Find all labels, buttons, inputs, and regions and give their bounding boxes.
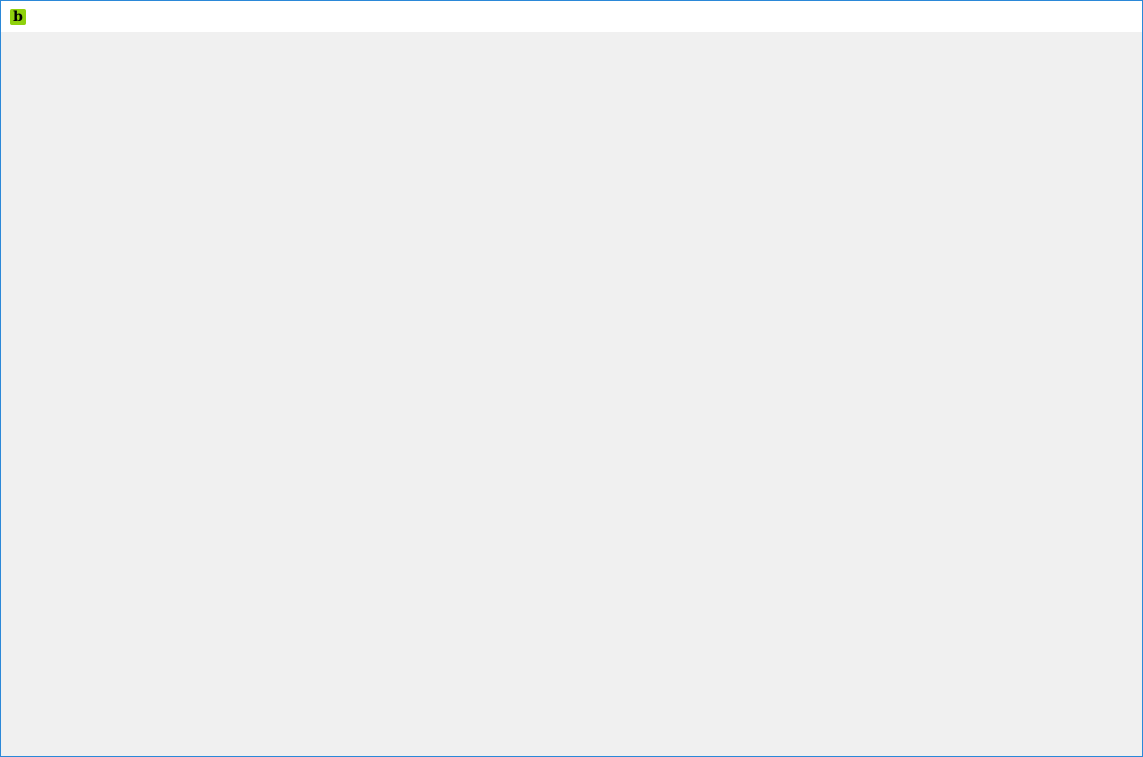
briskbard-logo-icon: b xyxy=(10,8,26,25)
title-bar: b xyxy=(1,1,1142,32)
hidden-placeholder xyxy=(1051,1,1097,32)
browser-window: b xyxy=(0,0,1143,757)
